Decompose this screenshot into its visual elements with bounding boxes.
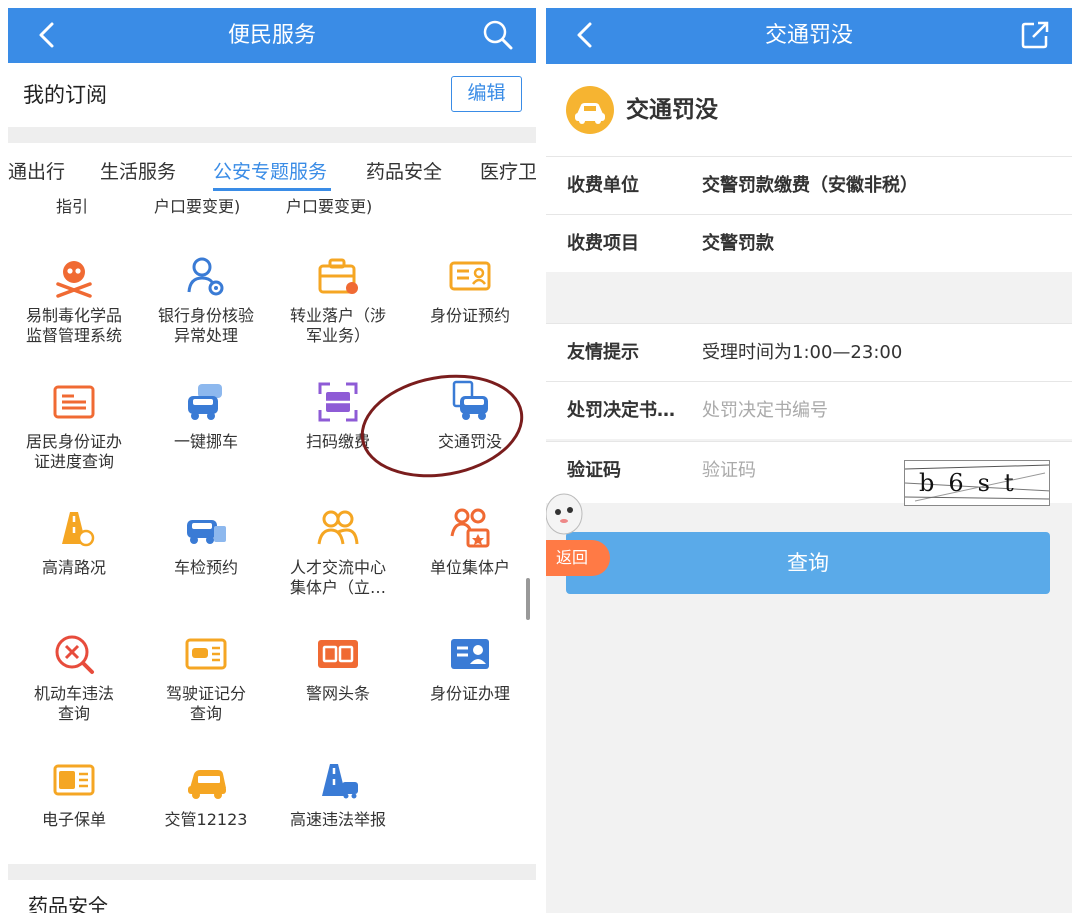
- service-header: 交通罚没: [546, 64, 1072, 156]
- license-points-icon: [185, 638, 227, 670]
- grid-label: 机动车违法 查询: [33, 684, 114, 723]
- convenience-services-screen: 便民服务 我的订阅 编辑 通出行 生活服务 公安专题服务 药品安全 医疗卫 指引…: [8, 8, 536, 913]
- road-icon: [62, 512, 95, 547]
- grid-item-bank-id-verify[interactable]: 银行身份核验 异常处理: [140, 254, 272, 346]
- grid-label: 警网头条: [305, 684, 370, 703]
- right-nav-title: 交通罚没: [764, 23, 853, 48]
- return-button[interactable]: 返回: [546, 540, 610, 576]
- grid-label: 易制毒化学品 监督管理系统: [25, 306, 122, 345]
- skull-icon: [56, 261, 92, 298]
- grid-label: 高清路况: [41, 558, 106, 577]
- grid-item-id-progress[interactable]: 居民身份证办 证进度查询: [8, 380, 140, 472]
- screenshot-page: 便民服务 我的订阅 编辑 通出行 生活服务 公安专题服务 药品安全 医疗卫 指引…: [0, 0, 1080, 917]
- grid-label: 一键挪车: [173, 432, 238, 451]
- grid-item-chemical-control[interactable]: 易制毒化学品 监督管理系统: [8, 254, 140, 346]
- captcha-input[interactable]: 验证码: [702, 442, 756, 500]
- grid-label: 身份证预约: [429, 306, 510, 325]
- row-key: 友情提示: [567, 342, 639, 363]
- grid-label: 车检预约: [173, 558, 238, 577]
- grid-label: 转业落户（涉 军业务）: [289, 306, 386, 345]
- grid-item-talent-household[interactable]: 人才交流中心 集体户（立…: [272, 506, 404, 598]
- left-navbar: 便民服务: [8, 8, 536, 63]
- grid-item-id-process[interactable]: 身份证办理: [404, 632, 536, 704]
- grid-label: 身份证办理: [429, 684, 510, 703]
- section-divider: [8, 864, 536, 880]
- decision-number-field[interactable]: 处罚决定书… 处罚决定书编号: [546, 381, 1072, 439]
- grid-item-road-condition[interactable]: 高清路况: [8, 506, 140, 578]
- tab-police-services[interactable]: 公安专题服务: [213, 157, 327, 184]
- grid-item-license-points[interactable]: 驾驶证记分 查询: [140, 632, 272, 724]
- info-row-tip: 友情提示 受理时间为1:00—23:00: [546, 323, 1072, 381]
- grid-label: 电子保单: [41, 810, 106, 829]
- query-button[interactable]: 查询: [566, 532, 1050, 594]
- service-title: 交通罚没: [626, 97, 718, 123]
- grid-label: 银行身份核验 异常处理: [157, 306, 254, 345]
- captcha-text: b6st: [919, 469, 1028, 497]
- grid-item-highway-report[interactable]: 高速违法举报: [272, 758, 404, 830]
- row-value: 受理时间为1:00—23:00: [702, 342, 903, 363]
- share-icon[interactable]: [1020, 20, 1050, 50]
- decision-number-input[interactable]: 处罚决定书编号: [702, 382, 828, 440]
- tm12123-icon: [188, 770, 226, 799]
- edit-button[interactable]: 编辑: [451, 76, 522, 112]
- grid-label: 驾驶证记分 查询: [165, 684, 246, 723]
- cut-label-guide: 指引: [56, 197, 89, 216]
- car-badge: [566, 86, 614, 134]
- section-divider: [8, 127, 536, 143]
- scrollbar[interactable]: [526, 578, 530, 620]
- cars-icon: [188, 384, 222, 420]
- person-gear-icon: [187, 257, 224, 296]
- grid-item-car-inspection[interactable]: 车检预约: [140, 506, 272, 578]
- mascot-icon: [546, 493, 583, 535]
- e-policy-icon: [53, 764, 95, 796]
- people-icon: [317, 510, 359, 545]
- row-key: 处罚决定书…: [567, 400, 675, 421]
- scan-icon: [318, 382, 358, 422]
- captcha-image[interactable]: b6st: [904, 460, 1050, 506]
- tab-medical[interactable]: 医疗卫: [480, 157, 536, 184]
- grid-item-police-headlines[interactable]: 警网头条: [272, 632, 404, 704]
- briefcase-pin-icon: [318, 258, 358, 294]
- row-key: 收费单位: [567, 175, 639, 196]
- grid-item-vehicle-violation[interactable]: 机动车违法 查询: [8, 632, 140, 724]
- grid-label: 交管12123: [164, 810, 248, 829]
- grid-label: 高速违法举报: [289, 810, 386, 829]
- id-card-icon: [449, 261, 491, 291]
- headline-icon: [318, 640, 358, 668]
- grid-item-unit-household[interactable]: 单位集体户: [404, 506, 536, 578]
- active-tab-indicator: [213, 188, 331, 191]
- highway-report-icon: [322, 764, 358, 799]
- grid-item-e-policy[interactable]: 电子保单: [8, 758, 140, 830]
- search-icon[interactable]: [480, 17, 516, 53]
- info-row-item: 收费项目 交警罚款: [546, 214, 1072, 272]
- grid-label: 单位集体户: [429, 558, 510, 577]
- cut-label-hukou-2: 户口要变更): [286, 197, 373, 216]
- tab-drug-safety[interactable]: 药品安全: [366, 157, 442, 184]
- traffic-fine-screen: 交通罚没 交通罚没 收费单位 交警罚款缴费（安徽非税） 收费项目 交警罚款 友情…: [546, 8, 1072, 913]
- cut-label-hukou-1: 户口要变更): [154, 197, 241, 216]
- tab-transport[interactable]: 通出行: [8, 157, 65, 184]
- id-process-icon: [451, 639, 489, 669]
- row-value: 交警罚款缴费（安徽非税）: [702, 175, 918, 196]
- section-title-drug-safety: 药品安全: [28, 894, 108, 913]
- right-navbar: 交通罚没: [546, 8, 1072, 64]
- group-household-icon: [450, 508, 490, 548]
- car-icon: [575, 103, 605, 124]
- grid-label: 人才交流中心 集体户（立…: [289, 558, 386, 597]
- row-key: 收费项目: [567, 233, 639, 254]
- resident-card-icon: [53, 385, 95, 419]
- tab-life-services[interactable]: 生活服务: [100, 157, 176, 184]
- subscription-header: 我的订阅 编辑: [8, 63, 536, 127]
- row-value: 交警罚款: [702, 233, 774, 254]
- info-row-payee: 收费单位 交警罚款缴费（安徽非税）: [546, 156, 1072, 214]
- grid-item-military-transfer[interactable]: 转业落户（涉 军业务）: [272, 254, 404, 346]
- car-inspect-icon: [187, 520, 226, 544]
- grid-item-tm12123[interactable]: 交管12123: [140, 758, 272, 830]
- left-nav-title: 便民服务: [227, 23, 316, 48]
- grid-label: 居民身份证办 证进度查询: [25, 432, 122, 471]
- violation-icon: [55, 635, 94, 674]
- subscription-label: 我的订阅: [23, 83, 107, 107]
- grid-item-id-appointment[interactable]: 身份证预约: [404, 254, 536, 326]
- grid-item-move-car[interactable]: 一键挪车: [140, 380, 272, 452]
